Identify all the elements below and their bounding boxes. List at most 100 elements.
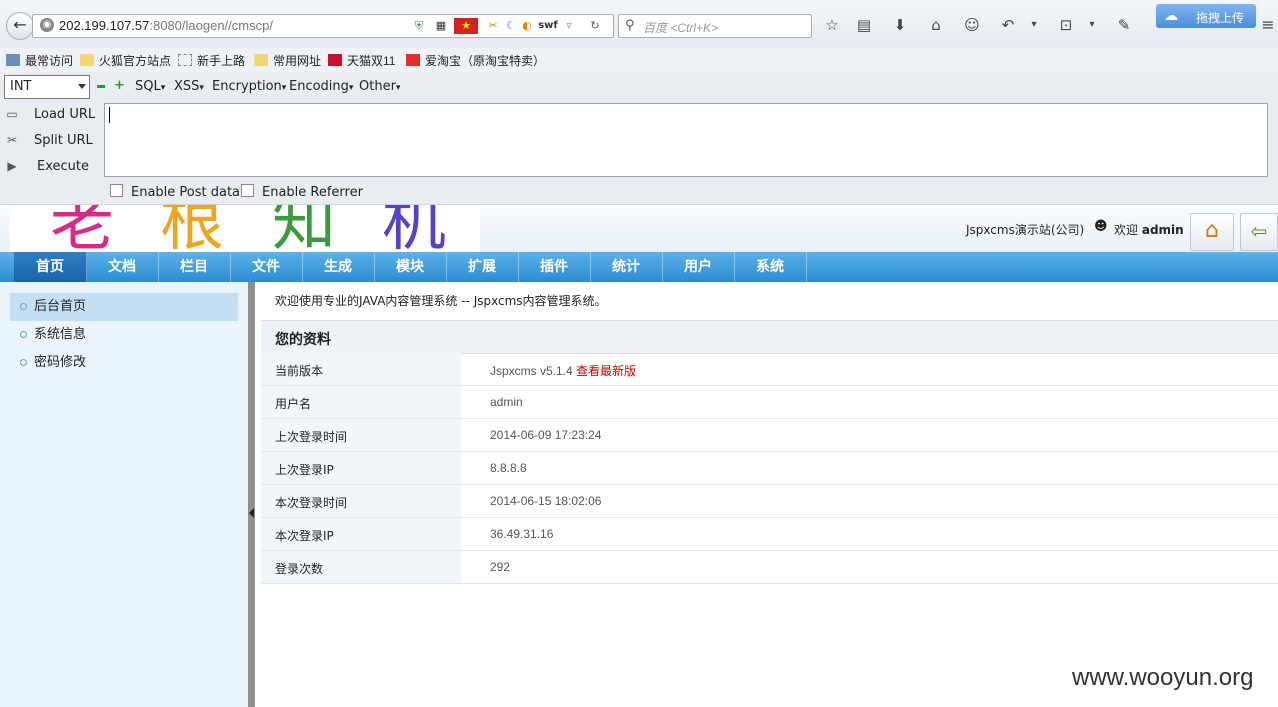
- nav-documents[interactable]: 文档: [86, 252, 159, 282]
- sidebar-item-label: 密码修改: [34, 355, 87, 370]
- latest-version-link[interactable]: 查看最新版: [576, 364, 636, 378]
- reload-icon[interactable]: ↻: [587, 18, 603, 34]
- main-nav: 首页 文档 栏目 文件 生成 模块 扩展 插件 统计 用户 系统: [0, 252, 1278, 282]
- flag-icon[interactable]: ★: [454, 18, 478, 34]
- sidebar-item-label: 后台首页: [34, 299, 87, 314]
- cloud-icon: ☁: [1164, 8, 1178, 24]
- sidebar-item-system-info[interactable]: 系统信息: [10, 321, 238, 349]
- swf-icon[interactable]: swf: [537, 18, 559, 34]
- upload-button[interactable]: ☁ 拖拽上传: [1156, 4, 1256, 28]
- bookmark-label: 爱淘宝（原淘宝特卖）: [425, 54, 546, 68]
- crop-icon[interactable]: ⊡: [1056, 15, 1076, 35]
- sidebar-item-password[interactable]: 密码修改: [10, 349, 238, 377]
- qr-code-icon[interactable]: ▦: [433, 18, 449, 34]
- other-menu[interactable]: Other: [359, 79, 400, 94]
- logout-icon[interactable]: ⇦: [1240, 213, 1278, 251]
- tmall-icon: [328, 54, 342, 66]
- url-path: :8080/laogen//cmscp/: [149, 18, 273, 33]
- back-arrow-icon[interactable]: ←: [6, 12, 34, 40]
- logo-char: 老: [50, 205, 114, 253]
- row-value: Jspxcms v5.1.4: [490, 364, 573, 378]
- nav-files[interactable]: 文件: [230, 252, 303, 282]
- enable-post-checkbox[interactable]: Enable Post data: [110, 184, 240, 200]
- bookmark-item[interactable]: 新手上路: [178, 52, 245, 69]
- chevron-down-icon[interactable]: ▾: [1082, 15, 1102, 35]
- row-key: 登录次数: [275, 562, 324, 576]
- scissors-icon: ✂: [6, 133, 18, 147]
- hackbar-url-textarea[interactable]: [104, 103, 1268, 177]
- search-icon: ⚲: [625, 18, 635, 33]
- hackbar-panel: INT + SQL XSS Encryption Encoding Other …: [0, 72, 1278, 204]
- download-icon[interactable]: ⬇: [890, 15, 910, 35]
- chat-icon[interactable]: ✎: [1114, 15, 1134, 35]
- bookmark-item[interactable]: 最常访问: [6, 52, 73, 69]
- bookmark-item[interactable]: 常用网址: [254, 52, 321, 69]
- encoding-menu[interactable]: Encoding: [289, 79, 353, 94]
- play-icon: ▶: [7, 159, 17, 173]
- search-bar[interactable]: ⚲ 百度 <Ctrl+K>: [618, 14, 812, 38]
- globe-icon: ◉: [40, 18, 54, 32]
- encryption-menu[interactable]: Encryption: [212, 79, 286, 94]
- star-icon[interactable]: ☆: [822, 15, 842, 35]
- smiley-icon[interactable]: ☺: [962, 15, 982, 35]
- moon-icon[interactable]: ☾: [503, 18, 519, 34]
- url-text: 202.199.107.57:8080/laogen//cmscp/: [59, 18, 273, 33]
- dashed-page-icon: [178, 54, 192, 66]
- enable-post-label: Enable Post data: [131, 185, 241, 200]
- logo-char: 根: [160, 205, 224, 253]
- nav-plugins[interactable]: 插件: [518, 252, 591, 282]
- shield-orange-icon[interactable]: ◐: [519, 18, 535, 34]
- int-select[interactable]: INT: [4, 75, 90, 99]
- row-key: 上次登录时间: [275, 430, 348, 444]
- enable-referrer-checkbox[interactable]: Enable Referrer: [241, 184, 363, 200]
- url-bar[interactable]: ◉ 202.199.107.57:8080/laogen//cmscp/ ⛨ ▦…: [32, 14, 614, 38]
- info-row: 本次登录时间 2014-06-15 18:02:06: [261, 485, 1278, 518]
- nav-modules[interactable]: 模块: [374, 252, 447, 282]
- collapse-arrow-icon[interactable]: [249, 508, 254, 518]
- dropdown-arrow-icon[interactable]: ▿: [561, 18, 577, 34]
- intro-text: 欢迎使用专业的JAVA内容管理系统 -- Jspxcms内容管理系统。: [275, 294, 607, 308]
- shield-icon[interactable]: ⛨: [411, 18, 427, 34]
- info-row: 登录次数 292: [261, 551, 1278, 584]
- nav-columns[interactable]: 栏目: [158, 252, 231, 282]
- nav-generate[interactable]: 生成: [302, 252, 375, 282]
- row-key: 当前版本: [275, 364, 324, 378]
- nav-system[interactable]: 系统: [734, 252, 807, 282]
- sidebar-item-label: 系统信息: [34, 327, 87, 342]
- menu-icon[interactable]: ≡: [1258, 15, 1278, 35]
- gear-icon: [6, 54, 20, 66]
- row-key: 本次登录时间: [275, 496, 348, 510]
- sidebar-item-dashboard[interactable]: 后台首页: [10, 293, 238, 321]
- split-url-label: Split URL: [34, 133, 93, 148]
- nav-extensions[interactable]: 扩展: [446, 252, 519, 282]
- bookmark-item[interactable]: 爱淘宝（原淘宝特卖）: [406, 52, 545, 69]
- taobao-icon: [406, 54, 420, 66]
- enable-referrer-label: Enable Referrer: [262, 185, 363, 200]
- search-placeholder: 百度 <Ctrl+K>: [643, 21, 719, 35]
- username: admin: [1141, 223, 1184, 237]
- sidebar-splitter[interactable]: [248, 282, 255, 707]
- sidebar: 后台首页 系统信息 密码修改: [0, 282, 249, 707]
- tool-icon[interactable]: ✂: [485, 18, 501, 34]
- site-name: Jspxcms演示站(公司): [966, 223, 1085, 237]
- chevron-down-icon[interactable]: ▾: [1024, 15, 1044, 35]
- nav-home[interactable]: 首页: [14, 252, 87, 282]
- bookmark-item[interactable]: 火狐官方站点: [80, 52, 171, 69]
- bookmark-item[interactable]: 天猫双11: [328, 52, 395, 69]
- minus-icon[interactable]: [97, 85, 105, 88]
- nav-statistics[interactable]: 统计: [590, 252, 663, 282]
- home-icon[interactable]: ⌂: [1190, 213, 1234, 251]
- plus-icon[interactable]: +: [114, 79, 125, 92]
- section-header: 您的资料: [261, 320, 1278, 354]
- undo-icon[interactable]: ↶: [998, 15, 1018, 35]
- row-value: 8.8.8.8: [490, 461, 527, 475]
- sql-menu[interactable]: SQL: [135, 79, 165, 94]
- row-value: 292: [490, 560, 511, 574]
- row-value: 2014-06-09 17:23:24: [490, 428, 602, 442]
- nav-users[interactable]: 用户: [662, 252, 735, 282]
- xss-menu[interactable]: XSS: [174, 79, 204, 94]
- clipboard-icon[interactable]: ▤: [854, 15, 874, 35]
- home-icon[interactable]: ⌂: [926, 15, 946, 35]
- row-key: 本次登录IP: [275, 529, 334, 543]
- bookmark-label: 新手上路: [197, 54, 246, 68]
